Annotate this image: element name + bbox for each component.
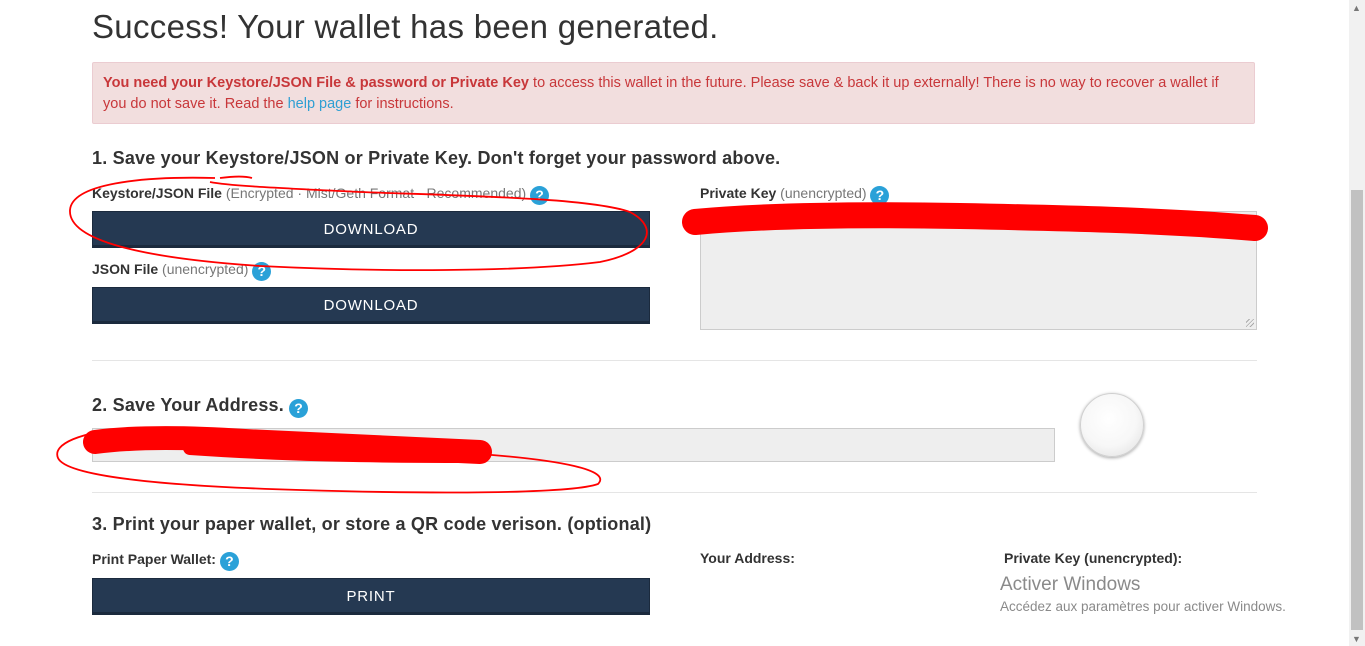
circle-annotation-keystore-underline [219, 175, 253, 179]
circle-annotation-keystore [69, 176, 648, 271]
red-annotation-overlay [56, 175, 1268, 494]
redaction-scribble-private-key [682, 202, 1268, 241]
